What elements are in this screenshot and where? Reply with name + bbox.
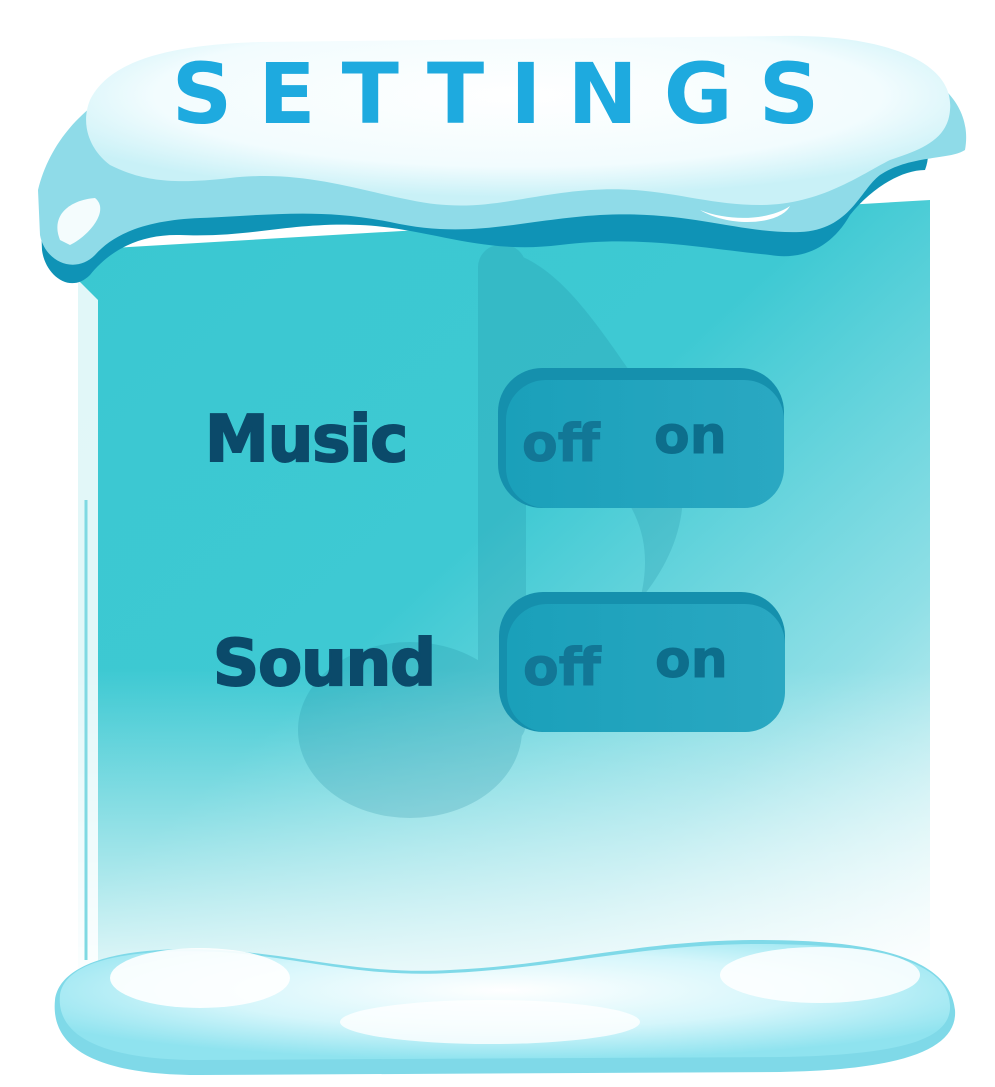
music-label: Music	[204, 403, 409, 477]
music-toggle[interactable]: off on	[498, 368, 784, 508]
page-title: SETTINGS	[171, 45, 846, 143]
settings-panel-art	[38, 35, 967, 1075]
sound-toggle[interactable]: off on	[499, 592, 785, 732]
sound-off-option[interactable]: off	[523, 642, 602, 695]
music-on-option[interactable]: on	[654, 410, 728, 463]
sound-label: Sound	[212, 627, 437, 701]
music-off-option[interactable]: off	[522, 418, 601, 471]
sound-on-option[interactable]: on	[655, 634, 729, 687]
